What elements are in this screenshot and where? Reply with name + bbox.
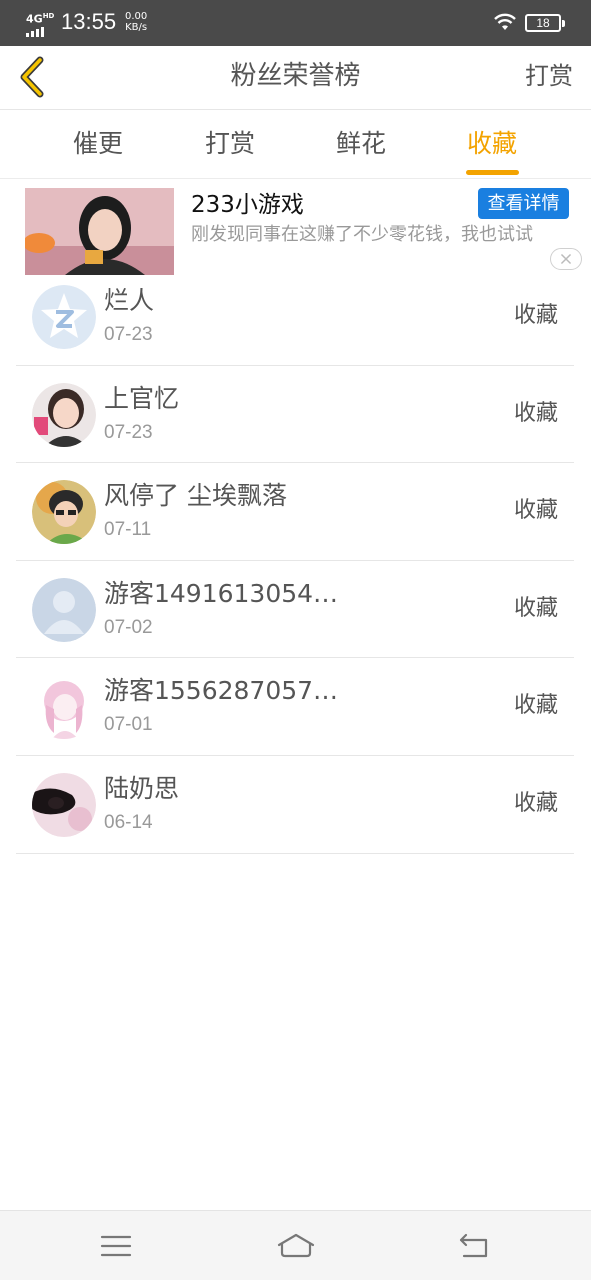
- menu-icon[interactable]: [98, 1231, 134, 1261]
- list-item[interactable]: 游客1556287057… 07-01 收藏: [16, 658, 574, 756]
- tab-flowers[interactable]: 鲜花: [311, 127, 411, 161]
- anime-girl-avatar: [32, 675, 96, 740]
- fan-list: 烂人 07-23 收藏 上官忆 07-23 收藏 风停了 尘埃飘落 07-11 …: [16, 268, 574, 854]
- list-item[interactable]: 游客1491613054… 07-02 收藏: [16, 561, 574, 659]
- default-person-avatar: [32, 577, 96, 642]
- dark-art-avatar: [32, 772, 96, 837]
- reward-button[interactable]: 打赏: [525, 58, 573, 94]
- fan-action: 收藏: [513, 595, 558, 621]
- fan-action: 收藏: [513, 498, 558, 524]
- list-item[interactable]: 风停了 尘埃飘落 07-11 收藏: [16, 463, 574, 561]
- ad-title: 233小游戏: [191, 192, 304, 218]
- fan-name: 上官忆: [104, 383, 180, 413]
- view-details-button[interactable]: 查看详情: [478, 188, 569, 219]
- page-title: 粉丝荣誉榜: [230, 61, 361, 91]
- ad-banner[interactable]: 233小游戏 刚发现同事在这赚了不少零花钱，我也试试 查看详情: [0, 180, 591, 280]
- fan-date: 07-23: [104, 324, 153, 345]
- ad-description: 刚发现同事在这赚了不少零花钱，我也试试: [191, 224, 533, 245]
- speed-unit: KB/s: [125, 22, 148, 33]
- speed-value: 0.00: [125, 11, 148, 22]
- tab-reward[interactable]: 打赏: [180, 127, 280, 161]
- status-bar: 4GHD 13:55 0.00 KB/s 18: [0, 0, 591, 46]
- fan-name: 风停了 尘埃飘落: [104, 481, 287, 511]
- network-hd: HD: [42, 12, 55, 20]
- list-item[interactable]: 烂人 07-23 收藏: [16, 268, 574, 366]
- home-icon[interactable]: [276, 1231, 316, 1261]
- fan-name: 烂人: [104, 286, 155, 315]
- system-nav-bar: [0, 1210, 591, 1280]
- network-speed: 0.00 KB/s: [125, 11, 147, 33]
- header: 粉丝荣誉榜 打赏: [0, 46, 591, 110]
- fan-action: 收藏: [513, 400, 558, 426]
- fan-name: 游客1491613054…: [104, 578, 339, 608]
- fan-action: 收藏: [513, 303, 558, 328]
- boy-photo-avatar: [32, 480, 96, 545]
- fan-date: 07-01: [104, 714, 153, 736]
- back-icon[interactable]: [456, 1231, 492, 1261]
- child-photo-avatar: [32, 382, 96, 447]
- fan-name: 游客1556287057…: [104, 676, 339, 706]
- close-icon[interactable]: [550, 248, 582, 270]
- status-time: 13:55: [61, 9, 117, 34]
- active-tab-indicator: [466, 170, 519, 175]
- qq-star-avatar: [32, 285, 96, 349]
- cellular-signal-icon: 4GHD: [26, 11, 54, 37]
- tab-favorites[interactable]: 收藏: [442, 127, 542, 161]
- fan-date: 06-14: [104, 811, 153, 833]
- fan-date: 07-11: [104, 519, 152, 541]
- ad-image[interactable]: [25, 188, 174, 275]
- fan-action: 收藏: [513, 693, 558, 719]
- fan-action: 收藏: [513, 790, 558, 816]
- fan-date: 07-02: [104, 616, 153, 638]
- fan-date: 07-23: [104, 421, 153, 443]
- tab-bar: 催更 打赏 鲜花 收藏: [0, 111, 591, 179]
- tab-urge[interactable]: 催更: [48, 127, 148, 161]
- fan-name: 陆奶思: [104, 773, 180, 803]
- wifi-icon: [494, 13, 516, 30]
- network-type: 4G: [26, 12, 43, 26]
- list-item[interactable]: 陆奶思 06-14 收藏: [16, 756, 574, 854]
- battery-icon: 18: [525, 14, 565, 32]
- list-item[interactable]: 上官忆 07-23 收藏: [16, 366, 574, 464]
